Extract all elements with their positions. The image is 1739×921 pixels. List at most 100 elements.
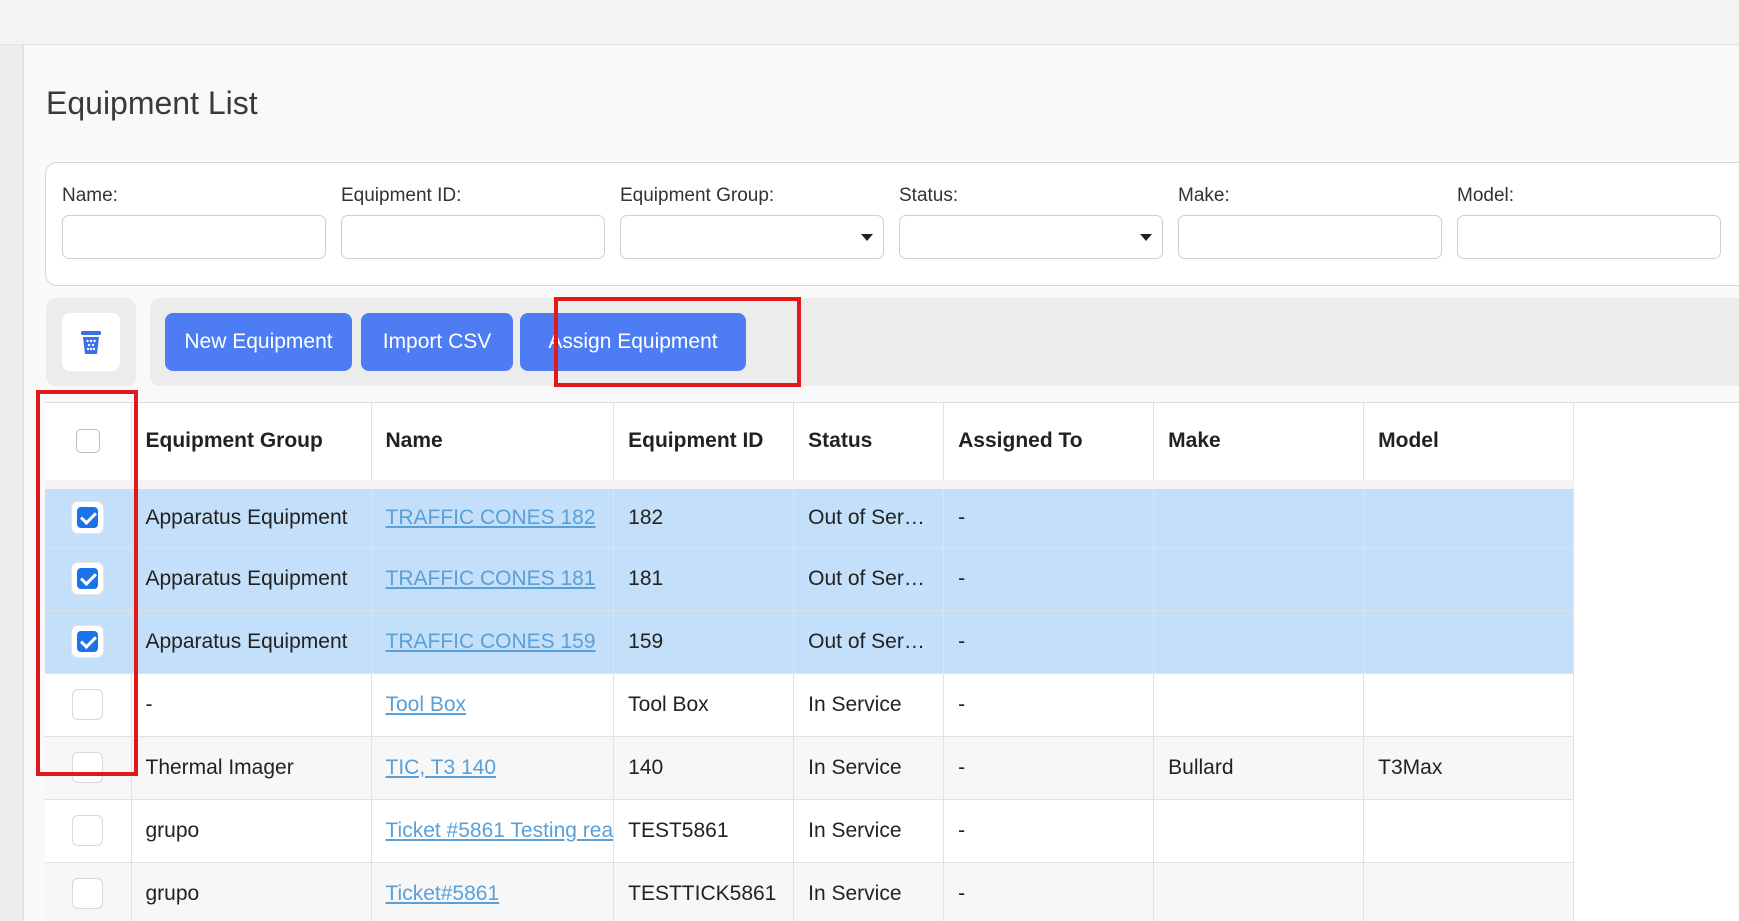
cell-name: TRAFFIC CONES 159 xyxy=(371,610,615,674)
equipment-name-link[interactable]: TRAFFIC CONES 181 xyxy=(386,567,596,590)
cell-make xyxy=(1153,862,1365,921)
bulk-actions xyxy=(46,298,136,386)
table-row[interactable]: Apparatus Equipment TRAFFIC CONES 159 159 O… xyxy=(45,610,1575,674)
cell-status: Out of Ser… xyxy=(793,610,945,674)
filter-panel: Name: Equipment ID: Equipment Group: Sta… xyxy=(45,162,1739,286)
trash-icon xyxy=(81,331,101,354)
cell-model xyxy=(1363,547,1575,611)
cell-name: Ticket#5861 xyxy=(371,862,615,921)
equipment-name-link[interactable]: Ticket #5861 Testing rea xyxy=(386,819,613,842)
table-row[interactable]: grupo Ticket #5861 Testing rea TEST5861 In … xyxy=(45,799,1575,863)
cell-status: In Service xyxy=(793,673,945,737)
cell-model xyxy=(1363,862,1575,921)
filter-label: Status: xyxy=(899,185,959,206)
left-rail xyxy=(0,45,24,921)
cell-make xyxy=(1153,610,1365,674)
column-header-assigned-to[interactable]: Assigned To xyxy=(943,403,1155,489)
cell-group: Apparatus Equipment xyxy=(131,610,372,674)
cell-status: In Service xyxy=(793,736,945,800)
filter-equipment-group: Equipment Group: xyxy=(604,185,884,259)
column-header-model[interactable]: Model xyxy=(1363,403,1575,489)
cell-id: Tool Box xyxy=(613,673,795,737)
model-input[interactable] xyxy=(1457,215,1721,259)
equipment-group-select[interactable] xyxy=(620,215,884,259)
row-select-cell xyxy=(45,862,132,921)
cell-id: TESTTICK5861 xyxy=(613,862,795,921)
cell-assigned: - xyxy=(943,799,1155,863)
caret-down-icon xyxy=(1140,234,1152,241)
column-header-status[interactable]: Status xyxy=(793,403,945,489)
cell-name: Tool Box xyxy=(371,673,615,737)
filter-model: Model: xyxy=(1441,185,1721,259)
equipment-name-link[interactable]: TRAFFIC CONES 159 xyxy=(386,630,596,653)
cell-make xyxy=(1153,547,1365,611)
equipment-id-input[interactable] xyxy=(341,215,605,259)
filter-name: Name: xyxy=(46,185,326,259)
filter-make: Make: xyxy=(1162,185,1442,259)
cell-name: TIC, T3 140 xyxy=(371,736,615,800)
row-checkbox[interactable] xyxy=(72,878,104,909)
delete-button[interactable] xyxy=(62,313,120,371)
cell-assigned: - xyxy=(943,736,1155,800)
cell-assigned: - xyxy=(943,673,1155,737)
table-row[interactable]: - Tool Box Tool Box In Service - xyxy=(45,673,1575,737)
toolbar: New Equipment Import CSV Assign Equipmen… xyxy=(150,298,1739,386)
cell-make: Bullard xyxy=(1153,736,1365,800)
new-equipment-button[interactable]: New Equipment xyxy=(165,313,352,371)
main-content: Equipment List Name: Equipment ID: Equip… xyxy=(24,45,1739,921)
cell-assigned: - xyxy=(943,610,1155,674)
cell-model xyxy=(1363,673,1575,737)
column-header-equipment-id[interactable]: Equipment ID xyxy=(613,403,795,489)
cell-id: 140 xyxy=(613,736,795,800)
cell-id: 182 xyxy=(613,484,795,548)
cell-id: 181 xyxy=(613,547,795,611)
cell-id: 159 xyxy=(613,610,795,674)
filter-label: Equipment ID: xyxy=(341,185,462,206)
filter-status: Status: xyxy=(883,185,1163,259)
cell-make xyxy=(1153,673,1365,737)
equipment-name-link[interactable]: Tool Box xyxy=(386,693,467,716)
cell-id: TEST5861 xyxy=(613,799,795,863)
cell-assigned: - xyxy=(943,484,1155,548)
status-select[interactable] xyxy=(899,215,1163,259)
cell-group: Apparatus Equipment xyxy=(131,484,372,548)
column-header-make[interactable]: Make xyxy=(1153,403,1365,489)
cell-make xyxy=(1153,484,1365,548)
top-bar xyxy=(0,0,1739,45)
equipment-name-link[interactable]: TRAFFIC CONES 182 xyxy=(386,506,596,529)
name-input[interactable] xyxy=(62,215,326,259)
row-checkbox[interactable] xyxy=(72,815,104,846)
cell-group: - xyxy=(131,673,372,737)
cell-name: TRAFFIC CONES 182 xyxy=(371,484,615,548)
filter-label: Make: xyxy=(1178,185,1230,206)
cell-assigned: - xyxy=(943,862,1155,921)
assign-highlight-box xyxy=(554,297,801,387)
equipment-table: Equipment Group Name Equipment ID Status… xyxy=(45,402,1739,921)
column-header-name[interactable]: Name xyxy=(371,403,615,489)
cell-assigned: - xyxy=(943,547,1155,611)
table-row[interactable]: grupo Ticket#5861 TESTTICK5861 In Service - xyxy=(45,862,1575,921)
cell-group: Thermal Imager xyxy=(131,736,372,800)
cell-name: Ticket #5861 Testing rea xyxy=(371,799,615,863)
filter-label: Name: xyxy=(62,185,118,206)
cell-group: grupo xyxy=(131,862,372,921)
table-row[interactable]: Apparatus Equipment TRAFFIC CONES 182 182 O… xyxy=(45,484,1575,548)
cell-model xyxy=(1363,484,1575,548)
cell-model xyxy=(1363,610,1575,674)
cell-model xyxy=(1363,799,1575,863)
cell-status: Out of Ser… xyxy=(793,484,945,548)
cell-status: Out of Ser… xyxy=(793,547,945,611)
equipment-name-link[interactable]: Ticket#5861 xyxy=(386,882,500,905)
import-csv-button[interactable]: Import CSV xyxy=(361,313,513,371)
cell-make xyxy=(1153,799,1365,863)
table-row[interactable]: Thermal Imager TIC, T3 140 140 In Service - B… xyxy=(45,736,1575,800)
cell-status: In Service xyxy=(793,799,945,863)
filter-label: Equipment Group: xyxy=(620,185,775,206)
column-header-group[interactable]: Equipment Group xyxy=(131,403,372,489)
table-row[interactable]: Apparatus Equipment TRAFFIC CONES 181 181 O… xyxy=(45,547,1575,611)
table-header-row: Equipment Group Name Equipment ID Status… xyxy=(45,403,1575,489)
cell-group: Apparatus Equipment xyxy=(131,547,372,611)
equipment-name-link[interactable]: TIC, T3 140 xyxy=(386,756,497,779)
cell-status: In Service xyxy=(793,862,945,921)
make-input[interactable] xyxy=(1178,215,1442,259)
